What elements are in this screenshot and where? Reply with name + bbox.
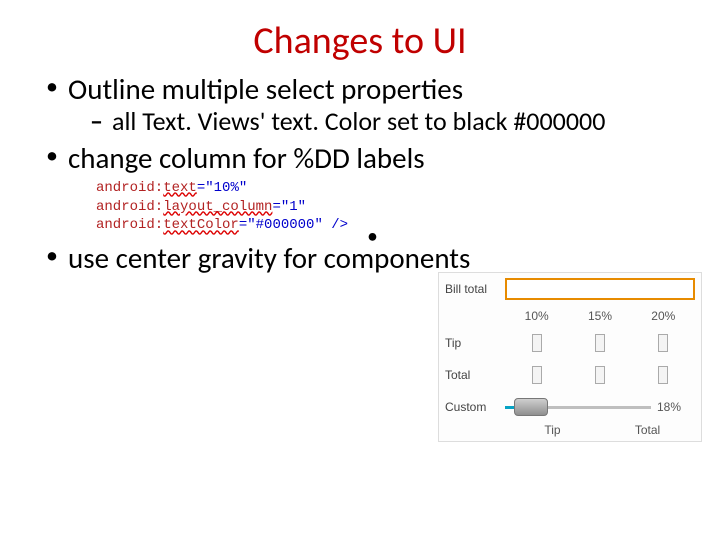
total-15-field[interactable] (595, 366, 605, 384)
seek-thumb[interactable] (514, 398, 548, 416)
bullet-1-sub-text: all Text. Views' text. Color set to blac… (112, 105, 605, 137)
custom-footer-row: Tip Total (439, 423, 701, 437)
bullet-3-text: use center gravity for components (68, 240, 470, 276)
code-l2-ns: android: (96, 199, 163, 215)
bullet-list: Outline multiple select properties all T… (40, 74, 680, 275)
bullet-2: change column for %DD labels android:tex… (40, 143, 680, 235)
custom-row: Custom 18% (439, 391, 701, 423)
tip-20-field[interactable] (658, 334, 668, 352)
code-l3-val: "#000000" (247, 217, 323, 233)
pct-20-label: 20% (632, 309, 695, 323)
android-ui-preview: Bill total 10% 15% 20% Tip Total (438, 272, 702, 442)
custom-pct-value: 18% (651, 400, 695, 414)
code-l1-attr: text (163, 180, 197, 196)
custom-total-label: Total (600, 423, 695, 437)
total-label: Total (445, 368, 505, 382)
code-l1-val: "10%" (205, 180, 247, 196)
code-l2-attr: layout_column (163, 199, 272, 215)
tip-10-field[interactable] (532, 334, 542, 352)
tip-label: Tip (445, 336, 505, 350)
custom-footer-spacer (445, 423, 505, 437)
code-l1-eq: = (197, 180, 205, 196)
pct-10-label: 10% (505, 309, 568, 323)
bill-label: Bill total (445, 282, 505, 296)
code-l2-val: "1" (281, 199, 306, 215)
code-l3-attr: textColor (163, 217, 239, 233)
bullet-3: use center gravity for components (40, 243, 680, 274)
code-line-2: android:layout_column="1" (96, 198, 680, 217)
pct-header-row: 10% 15% 20% (439, 305, 701, 327)
bullet-1: Outline multiple select properties all T… (40, 74, 680, 135)
bullet-1-text: Outline multiple select properties (68, 71, 463, 107)
code-snippet: android:text="10%" android:layout_column… (96, 179, 680, 236)
bill-input[interactable] (505, 278, 695, 300)
code-l3-eq: = (239, 217, 247, 233)
total-10-field[interactable] (532, 366, 542, 384)
total-row: Total (439, 359, 701, 391)
custom-seekbar[interactable] (505, 397, 651, 417)
bullet-2-text: change column for %DD labels (68, 140, 425, 176)
total-20-field[interactable] (658, 366, 668, 384)
code-l3-ns: android: (96, 217, 163, 233)
custom-label: Custom (445, 400, 505, 414)
tip-row: Tip (439, 327, 701, 359)
code-line-3: android:textColor="#000000" /> (96, 216, 680, 235)
bill-row: Bill total (439, 273, 701, 305)
code-line-1: android:text="10%" (96, 179, 680, 198)
slide-title: Changes to UI (40, 18, 680, 64)
code-l3-close: /> (323, 217, 348, 233)
code-l1-ns: android: (96, 180, 163, 196)
tip-15-field[interactable] (595, 334, 605, 352)
custom-tip-label: Tip (505, 423, 600, 437)
bullet-1-sub: all Text. Views' text. Color set to blac… (90, 107, 680, 135)
bullet-1-sublist: all Text. Views' text. Color set to blac… (90, 107, 680, 135)
code-l2-eq: = (272, 199, 280, 215)
pct-15-label: 15% (568, 309, 631, 323)
